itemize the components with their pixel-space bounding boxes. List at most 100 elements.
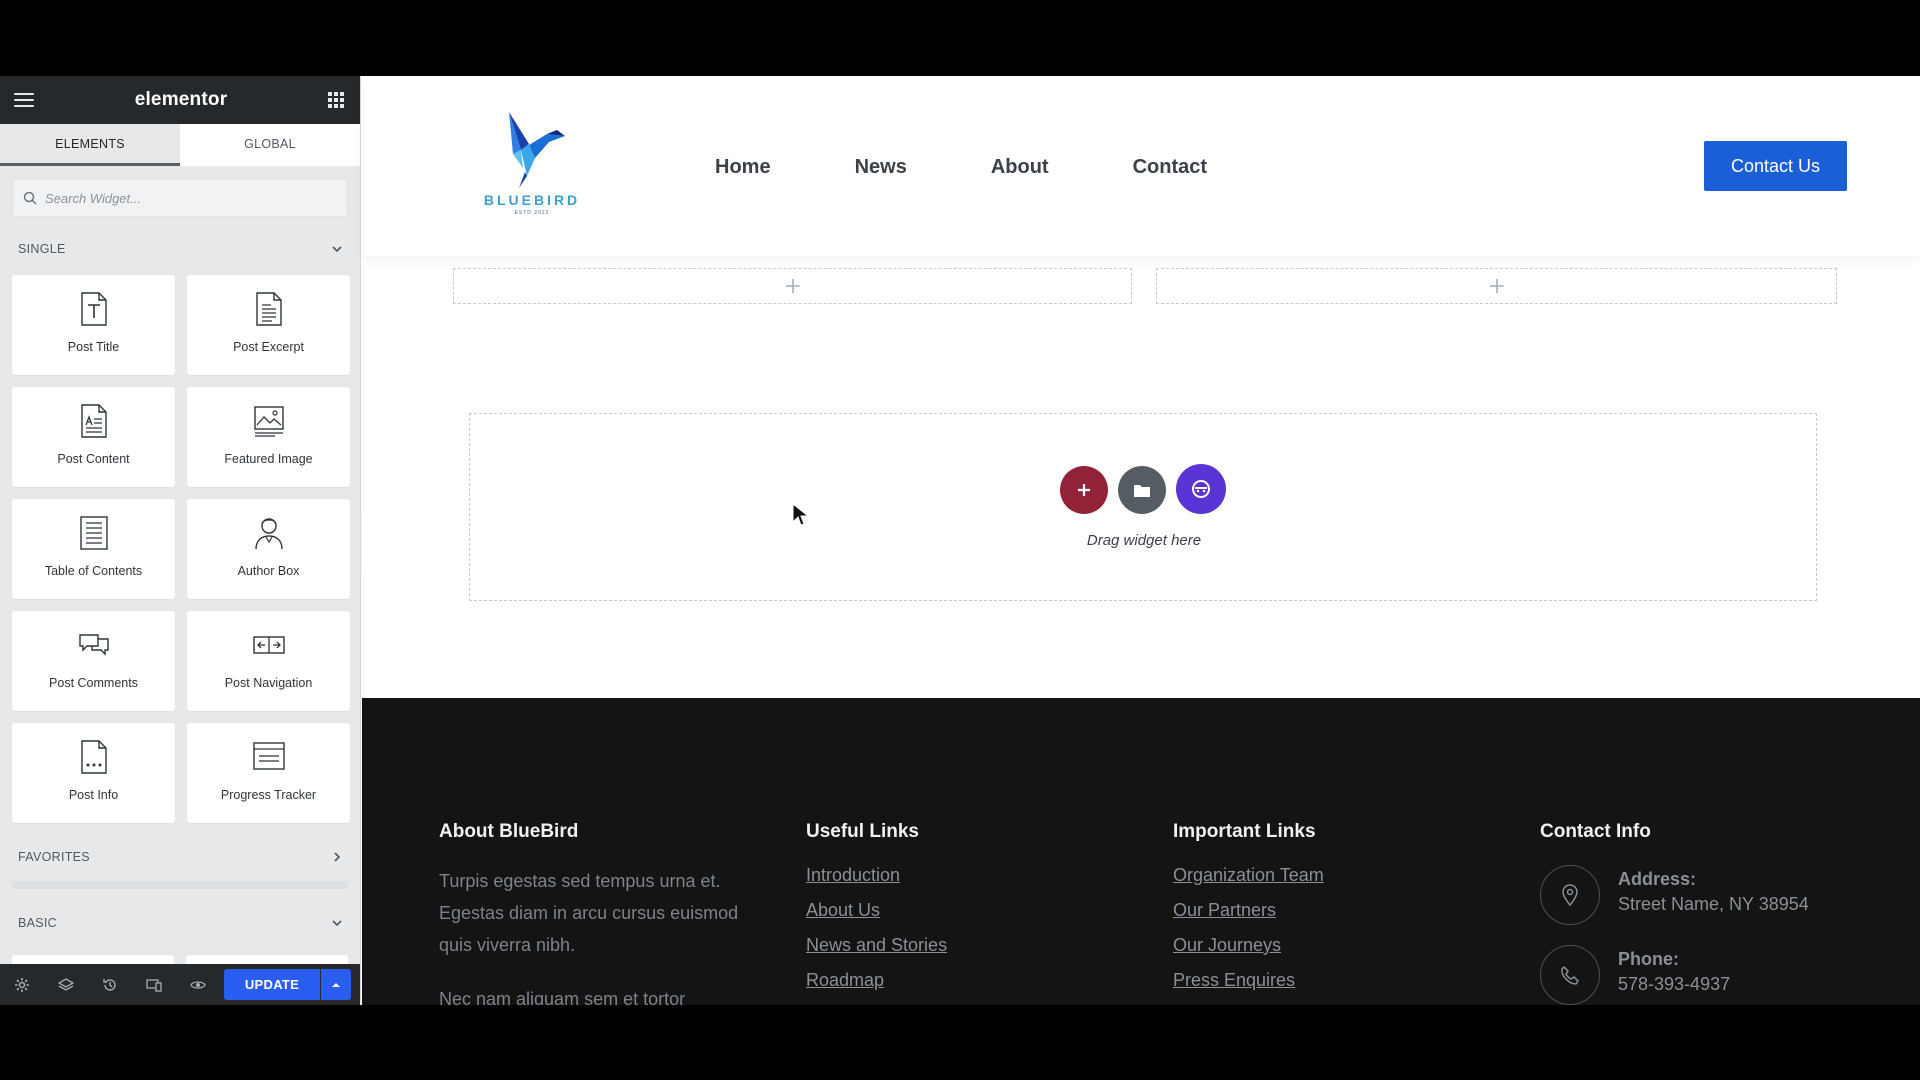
- mouse-cursor-icon: [792, 503, 808, 526]
- ai-assistant-button[interactable]: [1176, 464, 1226, 514]
- post-navigation-icon: [252, 636, 285, 654]
- folder-icon: [1134, 485, 1150, 497]
- link-press-enquires[interactable]: Press Enquires: [1173, 970, 1324, 991]
- phone-icon: [1540, 945, 1600, 1005]
- widget-post-excerpt[interactable]: Post Excerpt: [187, 275, 350, 375]
- add-widget-icon: [1489, 279, 1504, 293]
- panel-footer: UPDATE: [0, 964, 360, 1005]
- tab-global[interactable]: GLOBAL: [180, 124, 360, 166]
- widget-post-content[interactable]: Post Content: [12, 387, 175, 487]
- main-nav: Home News About Contact: [715, 156, 1207, 179]
- widget-post-comments[interactable]: Post Comments: [12, 611, 175, 711]
- caret-up-icon: [332, 982, 340, 987]
- tab-elements[interactable]: ELEMENTS: [0, 124, 180, 166]
- category-label: FAVORITES: [18, 850, 90, 864]
- widget-label: Progress Tracker: [220, 788, 317, 802]
- menu-icon[interactable]: [14, 93, 34, 107]
- responsive-mode-icon[interactable]: [144, 975, 164, 995]
- site-header: BLUEBIRD ESTD 2022 Home News About Conta…: [362, 76, 1920, 256]
- table-of-contents-icon: [79, 516, 108, 550]
- widget-author-box[interactable]: Author Box: [187, 499, 350, 599]
- panel-tabs: ELEMENTS GLOBAL: [0, 124, 360, 166]
- widget-label: Post Excerpt: [233, 340, 304, 354]
- add-section-dropzone[interactable]: Drag widget here: [469, 413, 1817, 601]
- footer-contact-info: Contact Info Address: Street Name, NY 38…: [1540, 821, 1809, 1005]
- update-options-button[interactable]: [321, 969, 351, 1000]
- navigator-layers-icon[interactable]: [56, 975, 76, 995]
- site-canvas: BLUEBIRD ESTD 2022 Home News About Conta…: [362, 76, 1920, 1005]
- link-about-us[interactable]: About Us: [806, 900, 947, 921]
- elementor-panel: elementor ELEMENTS GLOBAL SINGLE Post Ti…: [0, 76, 361, 1005]
- widget-label: Author Box: [237, 564, 300, 578]
- widget-featured-image[interactable]: Featured Image: [187, 387, 350, 487]
- footer-important-title: Important Links: [1173, 821, 1316, 842]
- widget-label: Post Comments: [49, 676, 138, 690]
- link-roadmap[interactable]: Roadmap: [806, 970, 947, 991]
- search-icon: [23, 191, 37, 205]
- widget-label: Post Navigation: [224, 676, 313, 690]
- category-label: BASIC: [18, 916, 58, 930]
- widget-post-title[interactable]: Post Title: [12, 275, 175, 375]
- chevron-right-icon: [334, 852, 341, 862]
- contact-us-button[interactable]: Contact Us: [1704, 141, 1847, 191]
- widget-search: [12, 179, 348, 217]
- search-input[interactable]: [45, 190, 337, 206]
- footer-useful-title: Useful Links: [806, 821, 919, 842]
- bluebird-logo[interactable]: BLUEBIRD ESTD 2022: [477, 110, 587, 220]
- post-title-icon: [80, 292, 107, 326]
- dropzone-hint: Drag widget here: [1086, 532, 1202, 549]
- site-footer: About BlueBird Turpis egestas sed tempus…: [362, 698, 1920, 1005]
- category-basic[interactable]: BASIC: [0, 903, 360, 943]
- widget-post-navigation[interactable]: Post Navigation: [187, 611, 350, 711]
- logo-wordmark: BLUEBIRD: [483, 192, 581, 208]
- category-label: SINGLE: [18, 242, 66, 256]
- contact-phone: Phone: 578-393-4937: [1540, 945, 1809, 1005]
- address-value: Street Name, NY 38954: [1618, 894, 1809, 914]
- nav-news[interactable]: News: [855, 156, 907, 179]
- dropzone-buttons: [1060, 464, 1226, 514]
- link-introduction[interactable]: Introduction: [806, 865, 947, 886]
- link-organization-team[interactable]: Organization Team: [1173, 865, 1324, 886]
- widget-label: Post Content: [57, 452, 130, 466]
- empty-column-left[interactable]: [453, 268, 1132, 304]
- widget-table-of-contents[interactable]: Table of Contents: [12, 499, 175, 599]
- add-section-button[interactable]: [1060, 466, 1108, 514]
- app-frame: elementor ELEMENTS GLOBAL SINGLE Post Ti…: [0, 76, 1920, 1005]
- plus-icon: [1078, 484, 1090, 496]
- link-our-partners[interactable]: Our Partners: [1173, 900, 1324, 921]
- category-favorites[interactable]: FAVORITES: [0, 837, 360, 877]
- footer-important-links: Important Links Organization Team Our Pa…: [1173, 821, 1324, 1005]
- panel-header: elementor: [0, 76, 360, 124]
- ai-robot-icon: [1192, 480, 1210, 498]
- chevron-down-icon: [332, 246, 342, 253]
- widget-label: Featured Image: [224, 452, 313, 466]
- link-our-journeys[interactable]: Our Journeys: [1173, 935, 1324, 956]
- preview-eye-icon[interactable]: [188, 975, 208, 995]
- contact-address: Address: Street Name, NY 38954: [1540, 865, 1809, 925]
- nav-about[interactable]: About: [991, 156, 1049, 179]
- settings-gear-icon[interactable]: [12, 975, 32, 995]
- link-news-and-stories[interactable]: News and Stories: [806, 935, 947, 956]
- post-content-icon: [80, 404, 107, 438]
- post-comments-icon: [78, 634, 109, 656]
- update-button[interactable]: UPDATE: [224, 969, 320, 1000]
- phone-value: 578-393-4937: [1618, 974, 1731, 994]
- post-excerpt-icon: [255, 292, 282, 326]
- widget-post-info[interactable]: Post Info: [12, 723, 175, 823]
- category-single[interactable]: SINGLE: [0, 229, 360, 269]
- history-icon[interactable]: [100, 975, 120, 995]
- footer-contact-title: Contact Info: [1540, 821, 1651, 842]
- add-template-button[interactable]: [1118, 466, 1166, 514]
- post-info-icon: [80, 740, 107, 774]
- footer-about-text: Turpis egestas sed tempus urna et. Egest…: [439, 871, 739, 955]
- empty-column-right[interactable]: [1156, 268, 1837, 304]
- widget-grid: Post Title Post Excerpt Post Content Fea…: [0, 269, 360, 823]
- bluebird-logo-icon: [509, 112, 565, 188]
- featured-image-icon: [253, 406, 284, 437]
- nav-contact[interactable]: Contact: [1133, 156, 1207, 179]
- nav-home[interactable]: Home: [715, 156, 771, 179]
- progress-tracker-icon: [252, 742, 285, 770]
- widget-progress-tracker[interactable]: Progress Tracker: [187, 723, 350, 823]
- widgets-grid-icon[interactable]: [327, 92, 344, 108]
- footer-useful-links: Useful Links Introduction About Us News …: [806, 821, 947, 1005]
